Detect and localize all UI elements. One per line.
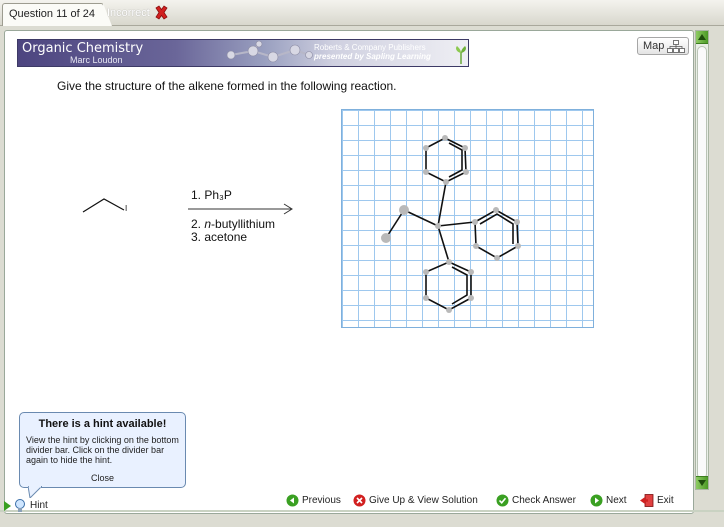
give-up-label: Give Up & View Solution [369,494,478,506]
map-button[interactable]: Map [637,37,689,55]
give-up-icon [353,494,366,506]
check-answer-button[interactable]: Check Answer [496,492,576,508]
next-label: Next [606,494,627,506]
check-answer-label: Check Answer [512,494,576,506]
expand-arrow-icon [4,501,11,511]
question-tab-label: Question 11 of 24 [9,8,96,20]
give-up-button[interactable]: Give Up & View Solution [353,492,478,508]
step2-rest: -butyllithium [211,217,276,231]
question-tab[interactable]: Question 11 of 24 [2,3,113,26]
hint-popup: There is a hint available! View the hint… [19,412,186,488]
incorrect-status: Incorrect [107,7,150,19]
hint-popup-title: There is a hint available! [38,418,167,430]
drawing-canvas[interactable] [341,109,594,328]
hint-divider-bar[interactable] [0,510,724,512]
question-text: Give the structure of the alkene formed … [57,79,397,93]
step2-label: 2. n-butyllithium [191,217,275,231]
incorrect-x-icon [155,5,168,20]
step3-label: 3. acetone [191,230,248,244]
next-button[interactable]: Next [590,492,627,508]
publisher-text: Roberts & Company Publishers presented b… [314,43,431,61]
hint-label: Hint [30,500,48,511]
course-title: Organic Chemistry [22,41,144,56]
reaction-scheme: I 1. Ph₃P 2. n-butyllithium 3. acetone [80,185,300,255]
step2-number: 2. [191,217,205,231]
course-author: Marc Loudon [70,55,123,65]
scroll-down-button[interactable] [696,476,708,489]
hint-close-button[interactable]: Close [20,473,185,483]
question-tab-bar: Question 11 of 24 Incorrect [0,0,724,26]
iodine-label: I [125,204,128,213]
previous-icon [286,494,299,506]
scroll-down-icon [698,480,706,486]
exit-icon [640,493,654,507]
previous-button[interactable]: Previous [286,492,341,508]
exit-label: Exit [657,494,674,506]
previous-label: Previous [302,494,341,506]
step1-label: 1. Ph₃P [191,188,232,202]
answer-structure [381,135,521,313]
publisher-line2: presented by Sapling Learning [314,52,431,61]
sitemap-icon [667,40,685,53]
app-window: Question 11 of 24 Incorrect Organic Chem… [0,0,724,527]
sapling-leaf-icon [456,46,466,64]
scroll-up-icon [698,34,706,40]
next-icon [590,494,603,506]
publisher-line1: Roberts & Company Publishers [314,43,426,52]
check-icon [496,494,509,506]
hint-popup-body: View the hint by clicking on the bottom … [26,435,179,465]
lightbulb-icon [15,499,25,512]
map-label: Map [643,40,665,52]
vertical-scrollbar[interactable] [695,30,709,490]
hint-popup-pointer [28,486,42,498]
scroll-thumb[interactable] [697,46,707,479]
course-banner: Organic Chemistry Marc Loudon Roberts & … [17,39,469,67]
exit-button[interactable]: Exit [640,492,674,508]
molecule-banner-icon [226,41,313,63]
scroll-up-button[interactable] [696,31,708,44]
